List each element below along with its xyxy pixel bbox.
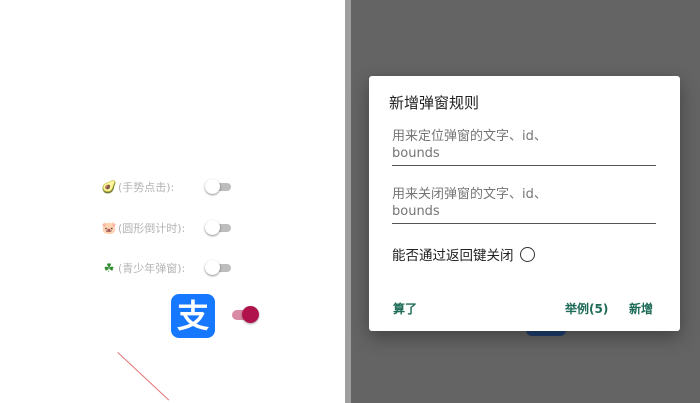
pig-icon: 🐷 xyxy=(101,221,117,235)
back-key-close-label: 能否通过返回键关闭 xyxy=(392,248,514,264)
option-circle-countdown: 🐷 (圆形倒计时): xyxy=(101,218,186,238)
alipay-app-icon[interactable]: 支 xyxy=(171,294,215,338)
back-key-close-radio[interactable] xyxy=(519,246,535,262)
red-divider-line xyxy=(117,352,170,401)
option-gesture-click: 🥑 (手势点击): xyxy=(101,177,175,197)
locate-popup-input[interactable]: 用来定位弹窗的文字、id、 bounds xyxy=(392,128,656,166)
add-button[interactable]: 新增 xyxy=(629,300,653,317)
close-popup-placeholder: 用来关闭弹窗的文字、id、 bounds xyxy=(392,187,547,219)
alipay-toggle[interactable] xyxy=(228,305,260,325)
teen-popup-switch[interactable] xyxy=(205,260,231,275)
option-label: (圆形倒计时): xyxy=(118,222,186,235)
example-button[interactable]: 举例(5) xyxy=(565,300,608,317)
switch-thumb xyxy=(205,220,220,235)
switch-thumb xyxy=(205,179,220,194)
dialog-title: 新增弹窗规则 xyxy=(389,94,480,112)
circle-countdown-switch[interactable] xyxy=(205,220,231,235)
shamrock-icon: ☘ xyxy=(103,261,115,275)
locate-popup-placeholder: 用来定位弹窗的文字、id、 bounds xyxy=(392,129,547,161)
option-label: (青少年弹窗): xyxy=(118,262,186,275)
add-popup-rule-dialog: 新增弹窗规则 用来定位弹窗的文字、id、 bounds 用来关闭弹窗的文字、id… xyxy=(369,76,680,331)
avocado-icon: 🥑 xyxy=(101,180,117,194)
gesture-click-switch[interactable] xyxy=(205,179,231,194)
alipay-logo-glyph: 支 xyxy=(176,297,209,335)
cancel-button[interactable]: 算了 xyxy=(393,300,417,317)
back-key-close-option: 能否通过返回键关闭 xyxy=(392,244,535,264)
option-teen-popup: ☘ (青少年弹窗): xyxy=(102,258,186,278)
close-popup-input[interactable]: 用来关闭弹窗的文字、id、 bounds xyxy=(392,186,656,224)
switch-thumb xyxy=(205,260,220,275)
left-pane: 🥑 (手势点击): 🐷 (圆形倒计时): ☘ (青少年弹窗): 支 xyxy=(0,0,345,403)
switch-thumb xyxy=(242,306,259,323)
option-label: (手势点击): xyxy=(118,181,175,194)
